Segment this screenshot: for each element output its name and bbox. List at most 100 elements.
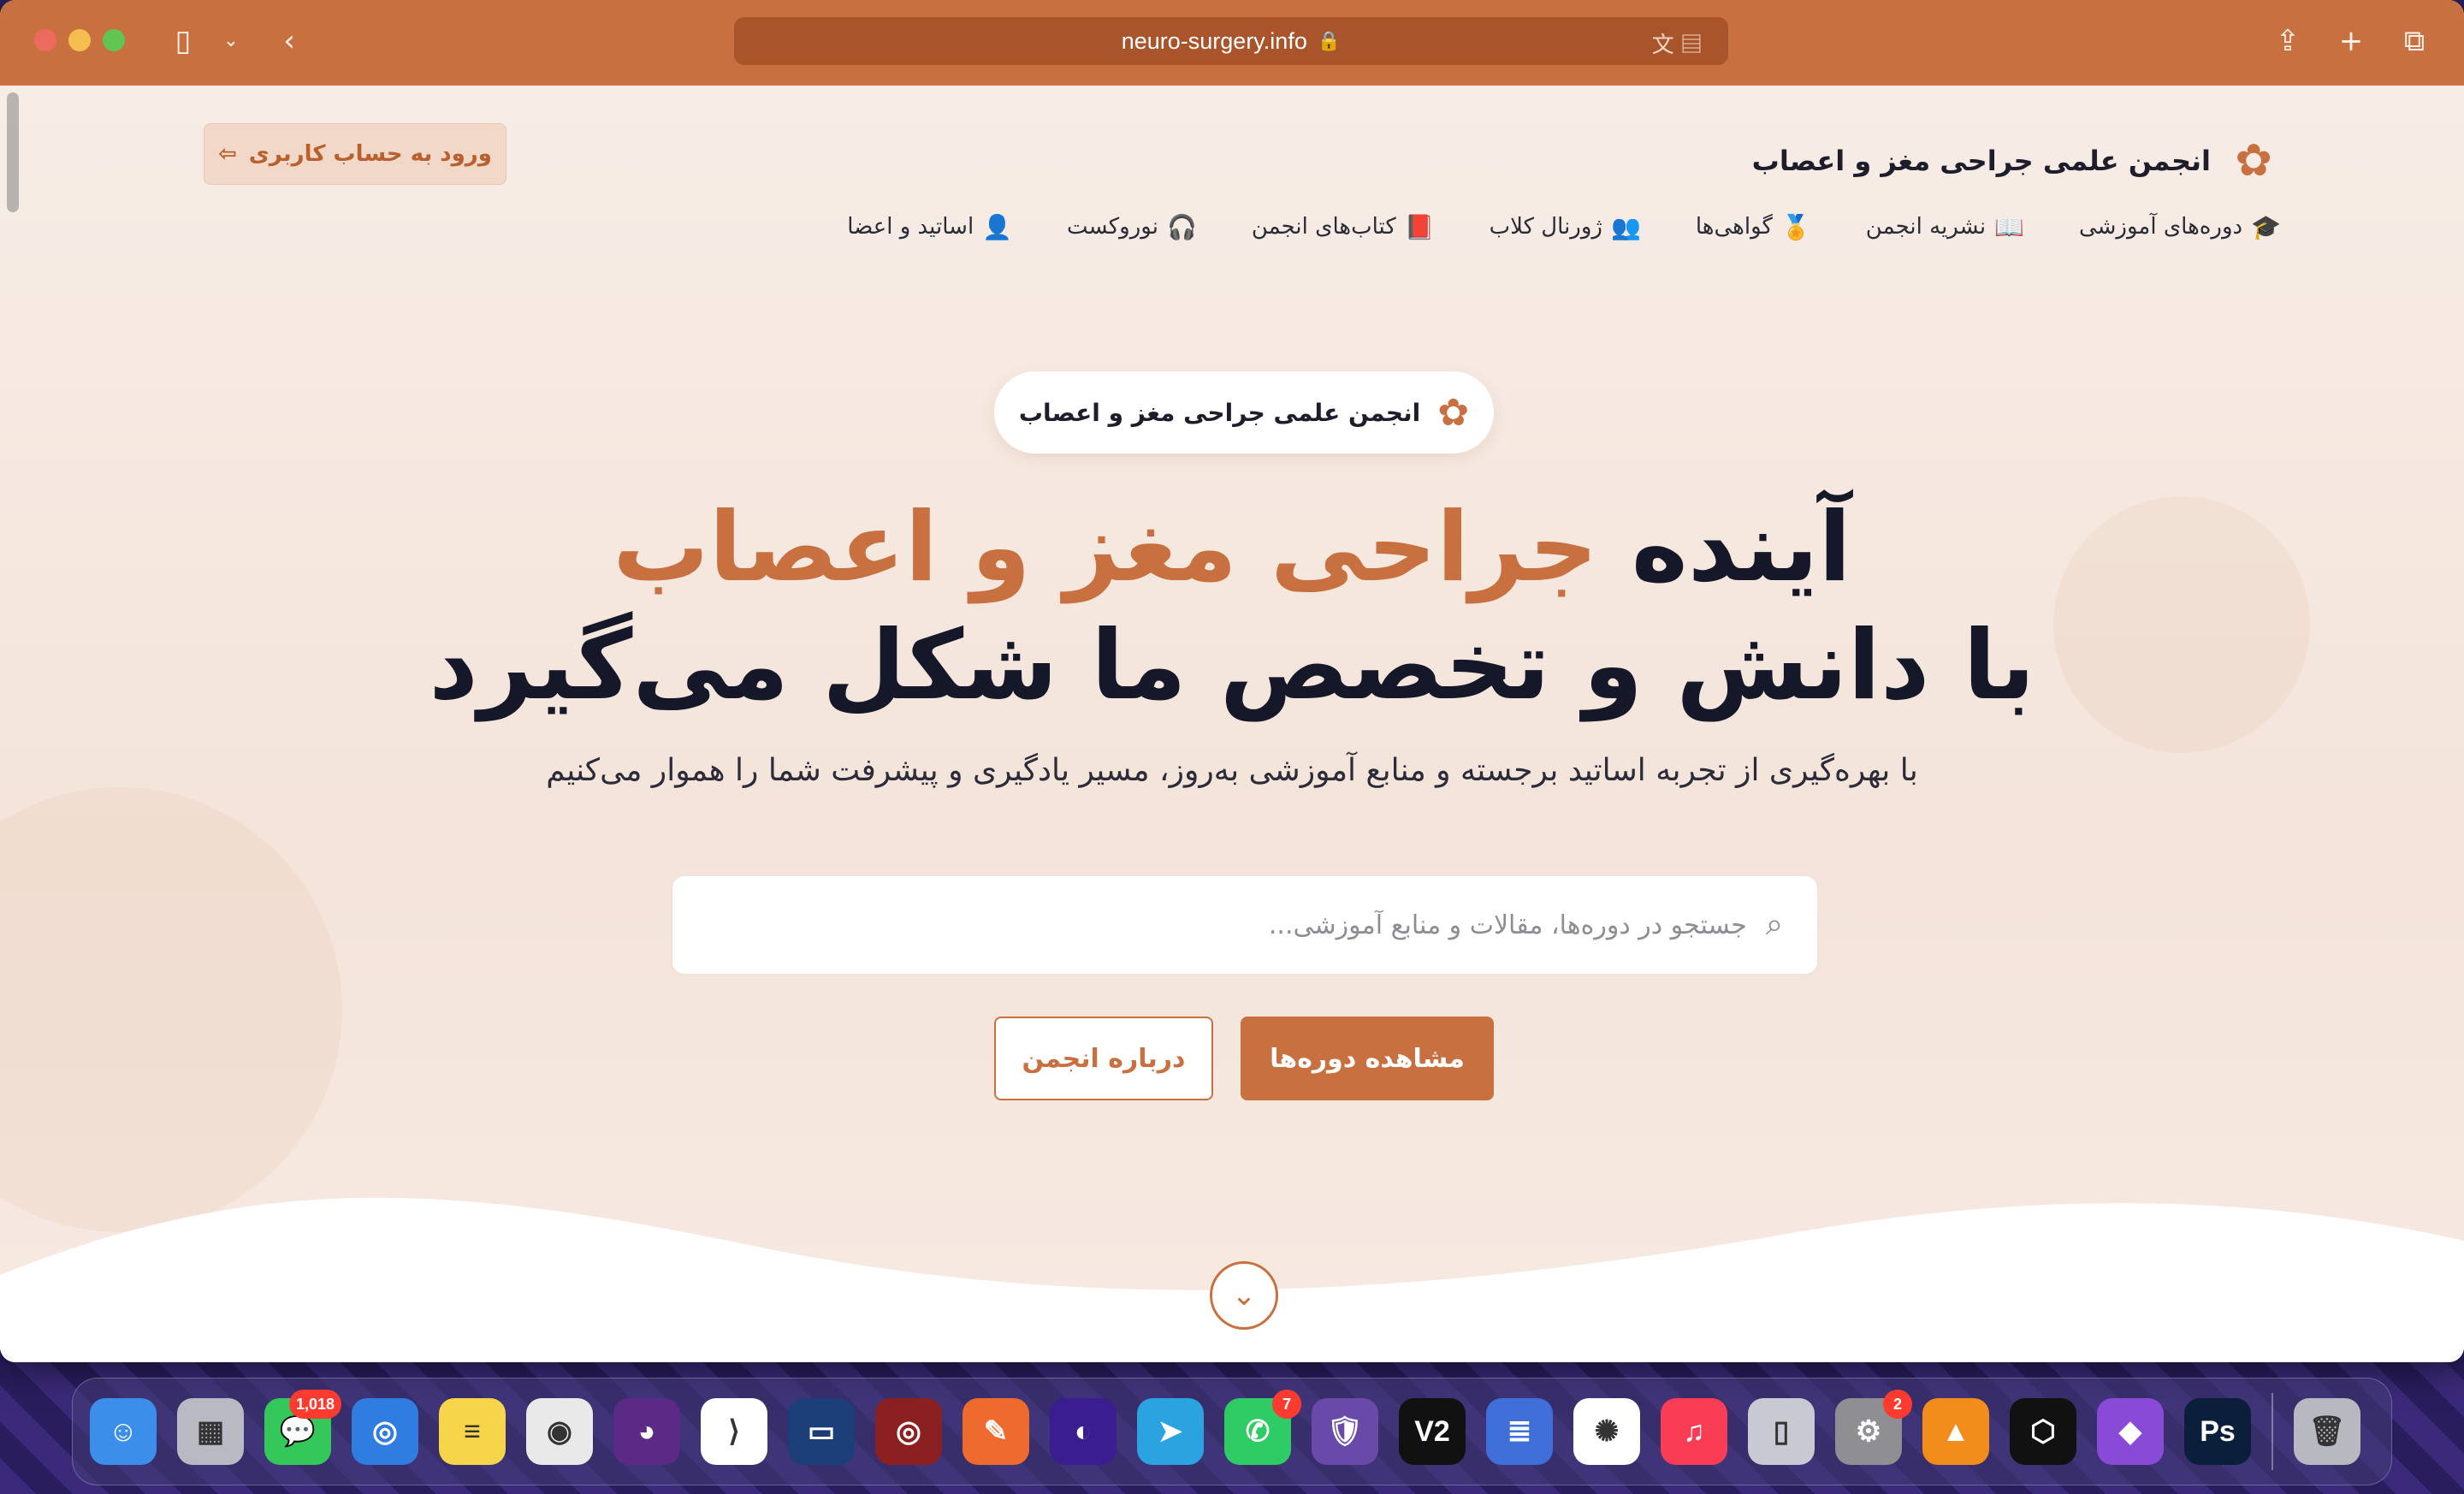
login-button[interactable]: ورود به حساب کاربری ⇦: [204, 123, 506, 185]
view-courses-button[interactable]: مشاهده دوره‌ها: [1241, 1017, 1494, 1100]
nav-label: گواهی‌ها: [1695, 214, 1773, 240]
database-icon: ◎: [896, 1415, 921, 1448]
web-page: ✿ انجمن علمی جراحی مغز و اعصاب ورود به ح…: [0, 86, 2464, 1362]
dock-app-messages[interactable]: 💬 1,018: [264, 1390, 341, 1465]
back-arrow-icon[interactable]: ‹: [270, 22, 308, 60]
dock-app-notes[interactable]: ≡: [439, 1398, 506, 1465]
whatsapp-icon: ✆: [1245, 1415, 1270, 1448]
brain-icon: ✿: [1437, 390, 1470, 435]
minimize-window-button[interactable]: [68, 29, 91, 51]
brand-name: انجمن علمی جراحی مغز و اعصاب: [1751, 145, 2211, 177]
nav-label: نوروکست: [1067, 214, 1158, 240]
messages-icon: 💬: [279, 1415, 317, 1448]
nav-label: کتاب‌های انجمن: [1251, 214, 1396, 240]
browser-window: ▯ ⌄ ‹ neuro-surgery.info 🔒 文 ▤ ⇪ + ⧉ ✿ ا…: [0, 0, 2464, 1362]
close-window-button[interactable]: [34, 29, 56, 51]
nav-label: ژورنال کلاب: [1489, 214, 1602, 240]
vscode-icon: ⟩: [728, 1415, 740, 1448]
search-box[interactable]: ⌕: [671, 874, 1819, 975]
pen-icon: ✎: [983, 1415, 1009, 1448]
notification-badge: 1,018: [288, 1390, 341, 1419]
scroll-down-button[interactable]: ⌄: [1210, 1261, 1278, 1330]
search-input[interactable]: [805, 910, 1747, 940]
dock-app-photoshop[interactable]: Ps: [2184, 1398, 2251, 1465]
nav-item-faculty[interactable]: 👤 اساتید و اعضا: [847, 213, 1012, 241]
translate-reader-icons[interactable]: 文 ▤: [1652, 27, 1703, 59]
scrollbar[interactable]: [7, 92, 19, 212]
dock-app-database[interactable]: ◎: [875, 1398, 942, 1465]
dock-app-cube[interactable]: ⬡: [2010, 1398, 2076, 1465]
headphones-icon: 🎧: [1166, 212, 1197, 241]
zoom-window-button[interactable]: [103, 29, 125, 51]
site-brand[interactable]: ✿ انجمن علمی جراحی مغز و اعصاب: [1752, 130, 2279, 192]
dock-app-vlc[interactable]: ▲: [1922, 1398, 1989, 1465]
hero-title-line1: آینده جراحی مغز و اعصاب: [0, 488, 2464, 608]
dock-app-trash[interactable]: 🗑: [2294, 1398, 2360, 1465]
nav-item-journal[interactable]: 📖 نشریه انجمن: [1866, 213, 2024, 241]
about-button[interactable]: درباره انجمن: [994, 1017, 1213, 1100]
login-arrow-icon: ⇦: [218, 141, 237, 167]
dock-app-vscode[interactable]: ⟩: [701, 1398, 767, 1465]
nav-item-journal-club[interactable]: 👥 ژورنال کلاب: [1490, 213, 1641, 241]
notification-badge: 2: [1883, 1390, 1912, 1419]
telegram-icon: ➤: [1158, 1415, 1183, 1448]
hero-title-accent: جراحی مغز و اعصاب: [613, 492, 1598, 603]
nav-item-podcast[interactable]: 🎧 نوروکست: [1067, 213, 1197, 241]
book-open-icon: 📖: [1994, 212, 2024, 241]
dock-app-security[interactable]: 🛡: [1312, 1398, 1378, 1465]
docs-icon: ≣: [1507, 1415, 1532, 1448]
dock: ☺ ▦ 💬 1,018 ◎ ≡ ◉ ◕ ⟩ ▭ ◎ ✎ ◐ ➤ ✆ 7 🛡 V2 ≣ ✺ ♫ ▯ ⚙ 2 ▲ ⬡ ◆ Ps 🗑: [72, 1378, 2392, 1485]
orbit-icon: ◐: [1074, 1414, 1093, 1448]
dock-app-telegram[interactable]: ➤: [1137, 1398, 1204, 1465]
dock-app-chrome[interactable]: ◉: [526, 1398, 593, 1465]
settings-icon: ⚙: [1855, 1415, 1882, 1448]
dock-app-pen[interactable]: ✎: [962, 1398, 1029, 1465]
vlc-icon: ▲: [1941, 1414, 1970, 1448]
dock-app-launchpad[interactable]: ▦: [177, 1398, 244, 1465]
search-icon: ⌕: [1765, 907, 1783, 942]
user-check-icon: 👤: [982, 212, 1013, 241]
dock-app-finder[interactable]: ☺: [90, 1398, 157, 1465]
new-tab-icon[interactable]: +: [2332, 22, 2370, 60]
dock-app-music[interactable]: ♫: [1661, 1398, 1727, 1465]
wave-divider: [0, 1197, 2464, 1362]
nav-item-books[interactable]: 📕 کتاب‌های انجمن: [1252, 213, 1435, 241]
dock-app-app-blue[interactable]: ▭: [788, 1398, 855, 1465]
dock-app-orbit[interactable]: ◐: [1050, 1398, 1116, 1465]
launchpad-icon: ▦: [196, 1415, 225, 1448]
dock-app-drop[interactable]: ◆: [2097, 1398, 2164, 1465]
graduation-cap-icon: 🎓: [2251, 212, 2281, 241]
dock-app-chatgpt[interactable]: ✺: [1573, 1398, 1640, 1465]
chatgpt-icon: ✺: [1594, 1415, 1620, 1448]
browser-toolbar: ▯ ⌄ ‹ neuro-surgery.info 🔒 文 ▤ ⇪ + ⧉: [0, 0, 2464, 86]
dock-app-whatsapp[interactable]: ✆ 7: [1224, 1390, 1301, 1465]
nav-label: نشریه انجمن: [1865, 214, 1987, 240]
dock-app-iphone-mirror[interactable]: ▯: [1748, 1398, 1815, 1465]
notes-icon: ≡: [464, 1414, 481, 1448]
nav-item-courses[interactable]: 🎓 دوره‌های آموزشی: [2079, 213, 2281, 241]
hero-badge-text: انجمن علمی جراحی مغز و اعصاب: [1018, 398, 1421, 427]
dock-app-settings[interactable]: ⚙ 2: [1835, 1390, 1912, 1465]
dock-app-firefox[interactable]: ◕: [613, 1398, 680, 1465]
nav-item-certificates[interactable]: 🏅 گواهی‌ها: [1696, 213, 1811, 241]
photoshop-icon: Ps: [2200, 1414, 2236, 1448]
chevron-down-icon: ⌄: [1231, 1278, 1257, 1313]
chrome-icon: ◉: [547, 1415, 572, 1448]
users-icon: 👥: [1610, 212, 1641, 241]
security-icon: 🛡: [1326, 1415, 1364, 1448]
app-blue-icon: ▭: [807, 1415, 836, 1448]
dock-app-v2[interactable]: V2: [1399, 1398, 1466, 1465]
tab-overview-icon[interactable]: ⧉: [2396, 22, 2433, 60]
address-bar[interactable]: neuro-surgery.info 🔒 文 ▤: [734, 17, 1728, 65]
lock-icon: 🔒: [1317, 30, 1342, 51]
dock-app-docs[interactable]: ≣: [1486, 1398, 1553, 1465]
nav-label: دوره‌های آموزشی: [2078, 214, 2243, 240]
notification-badge: 7: [1272, 1390, 1301, 1419]
hero-badge: ✿ انجمن علمی جراحی مغز و اعصاب: [994, 371, 1494, 454]
dock-app-safari[interactable]: ◎: [352, 1398, 418, 1465]
share-icon[interactable]: ⇪: [2269, 22, 2307, 60]
sidebar-toggle-icon[interactable]: ▯: [164, 22, 202, 60]
chevron-down-icon[interactable]: ⌄: [212, 22, 250, 60]
login-label: ورود به حساب کاربری: [248, 141, 492, 167]
hero-title-line2: با دانش و تخصص ما شکل می‌گیرد: [429, 610, 2035, 721]
